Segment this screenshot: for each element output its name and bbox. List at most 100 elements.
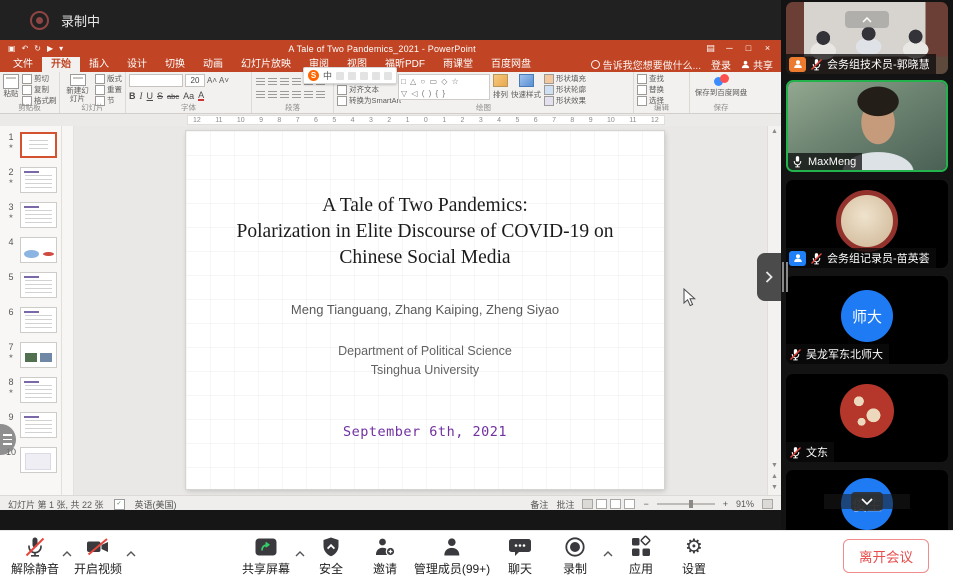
arrange-button[interactable]: 排列: [493, 74, 508, 103]
shape-fill-button[interactable]: 形状填充: [544, 74, 596, 83]
paste-button[interactable]: 粘贴: [3, 74, 19, 103]
font-color-button[interactable]: A: [198, 91, 204, 101]
zoom-out-icon[interactable]: −: [643, 499, 648, 509]
slide-thumbnail-5[interactable]: [20, 272, 57, 298]
ime-toolbox-icon[interactable]: [384, 72, 392, 80]
ppt-tab-2[interactable]: 插入: [80, 57, 118, 72]
reading-view-icon[interactable]: [610, 499, 621, 509]
fit-to-window-icon[interactable]: [762, 499, 773, 509]
qat-dropdown-icon[interactable]: ▾: [59, 44, 63, 53]
quick-styles-button[interactable]: 快速样式: [511, 74, 541, 103]
shape-outline-button[interactable]: 形状轮廓: [544, 85, 596, 94]
comments-button[interactable]: 批注: [556, 498, 574, 511]
ppt-tab-11[interactable]: 百度网盘: [482, 57, 540, 72]
view-switcher[interactable]: [582, 499, 635, 509]
layout-button[interactable]: 版式: [95, 74, 122, 83]
slide-thumbnail-6[interactable]: [20, 307, 57, 333]
slide-thumbnail-row[interactable]: 8★: [5, 377, 61, 403]
zoom-slider[interactable]: [657, 503, 715, 505]
strikethrough-button[interactable]: S: [157, 91, 163, 101]
bullets-icon[interactable]: [256, 78, 265, 86]
underline-button[interactable]: U: [147, 91, 154, 101]
slide-thumbnail-row[interactable]: 6: [5, 307, 61, 333]
participant-tile[interactable]: MaxMeng: [786, 80, 948, 172]
notes-button[interactable]: 备注: [530, 498, 548, 511]
slide-thumbnail-row[interactable]: 5: [5, 272, 61, 298]
slide-thumbnail-1[interactable]: [20, 132, 57, 158]
align-right-icon[interactable]: [280, 91, 289, 99]
settings-button[interactable]: ⚙ 设置: [682, 534, 706, 577]
replace-button[interactable]: 替换: [637, 85, 664, 94]
ime-emoji-icon[interactable]: [348, 72, 356, 80]
case-button[interactable]: Aa: [183, 91, 194, 101]
slide-thumbnail-9[interactable]: [20, 412, 57, 438]
unmute-button[interactable]: 解除静音: [11, 534, 59, 577]
normal-view-icon[interactable]: [582, 499, 593, 509]
spellcheck-icon[interactable]: ✓: [114, 499, 125, 510]
invite-button[interactable]: 邀请: [373, 534, 397, 577]
slide-thumbnail-row[interactable]: 3★: [5, 202, 61, 228]
align-left-icon[interactable]: [256, 91, 265, 99]
new-slide-button[interactable]: 新建幻灯片: [63, 74, 92, 103]
slide-thumbnail-row[interactable]: 10: [5, 447, 61, 473]
next-slide-icon[interactable]: ▼: [771, 484, 778, 491]
find-button[interactable]: 查找: [637, 74, 664, 83]
sidebar-expand-handle[interactable]: [757, 253, 781, 301]
apps-button[interactable]: 应用: [629, 534, 653, 577]
slide-thumbnail-8[interactable]: [20, 377, 57, 403]
shapes-gallery[interactable]: □ △ ○ ▭ ◇ ☆ ▽ ◁ ( ) { }: [398, 74, 490, 100]
zoom-level[interactable]: 91%: [736, 499, 754, 509]
leave-meeting-button[interactable]: 离开会议: [843, 539, 929, 573]
copy-button[interactable]: 复制: [22, 85, 57, 94]
slide-canvas[interactable]: A Tale of Two Pandemics: Polarization in…: [186, 131, 664, 489]
collapse-up-button[interactable]: [845, 11, 889, 28]
slide-thumbnail-row[interactable]: 2★: [5, 167, 61, 193]
close-icon[interactable]: ×: [758, 43, 777, 54]
ime-keyboard-icon[interactable]: [372, 72, 380, 80]
slide-thumbnail-2[interactable]: [20, 167, 57, 193]
save-icon[interactable]: ▣: [8, 44, 16, 53]
ribbon-display-icon[interactable]: ▤: [701, 43, 720, 54]
record-button[interactable]: 录制: [563, 534, 587, 577]
reset-button[interactable]: 重置: [95, 85, 122, 94]
previous-slide-icon[interactable]: ▲: [771, 473, 778, 480]
slide-thumbnail-row[interactable]: 7★: [5, 342, 61, 368]
ppt-tab-10[interactable]: 雨课堂: [434, 57, 482, 72]
quick-access-toolbar[interactable]: ▣ ↶ ↻ ▶ ▾: [8, 44, 63, 53]
numbering-icon[interactable]: [268, 78, 277, 86]
scroll-up-icon[interactable]: ▲: [771, 128, 778, 135]
slide-thumbnail-row[interactable]: 4: [5, 237, 61, 263]
clear-format-button[interactable]: abc: [167, 92, 179, 101]
sidebar-collapse-button[interactable]: [851, 492, 883, 511]
minimize-icon[interactable]: ─: [720, 43, 739, 54]
bold-button[interactable]: B: [129, 91, 136, 101]
share-button[interactable]: 共享: [741, 57, 773, 72]
video-options-chevron[interactable]: [126, 544, 136, 562]
grow-font-icon[interactable]: A˄: [207, 76, 217, 85]
cut-button[interactable]: 剪切: [22, 74, 57, 83]
slide-thumbnail-3[interactable]: [20, 202, 57, 228]
align-text-button[interactable]: 对齐文本: [337, 85, 395, 94]
slideshow-view-icon[interactable]: [624, 499, 635, 509]
ime-tool-icon[interactable]: [336, 72, 344, 80]
undo-icon[interactable]: ↶: [22, 44, 29, 53]
indent-increase-icon[interactable]: [292, 78, 301, 86]
ime-mic-icon[interactable]: [360, 72, 368, 80]
shrink-font-icon[interactable]: A˅: [219, 76, 229, 85]
share-screen-button[interactable]: 共享屏幕: [242, 534, 290, 577]
redo-icon[interactable]: ↻: [34, 44, 41, 53]
audio-options-chevron[interactable]: [62, 544, 72, 562]
zoom-in-icon[interactable]: +: [723, 499, 728, 509]
participant-tile[interactable]: 师大 吴龙军东北师大: [786, 276, 948, 364]
slide-thumbnail-7[interactable]: [20, 342, 57, 368]
slide-thumbnail-4[interactable]: [20, 237, 57, 263]
chat-button[interactable]: 聊天: [508, 534, 532, 577]
record-options-chevron[interactable]: [603, 544, 613, 562]
input-method-bar[interactable]: S 中: [303, 67, 397, 84]
ppt-tab-5[interactable]: 动画: [194, 57, 232, 72]
font-size-input[interactable]: 20: [185, 74, 205, 87]
ime-mode-label[interactable]: 中: [323, 69, 332, 82]
sidebar-drag-grip[interactable]: [782, 262, 788, 292]
ppt-tab-3[interactable]: 设计: [118, 57, 156, 72]
participant-tile[interactable]: 会务组技术员-郭晓慧: [786, 2, 948, 74]
